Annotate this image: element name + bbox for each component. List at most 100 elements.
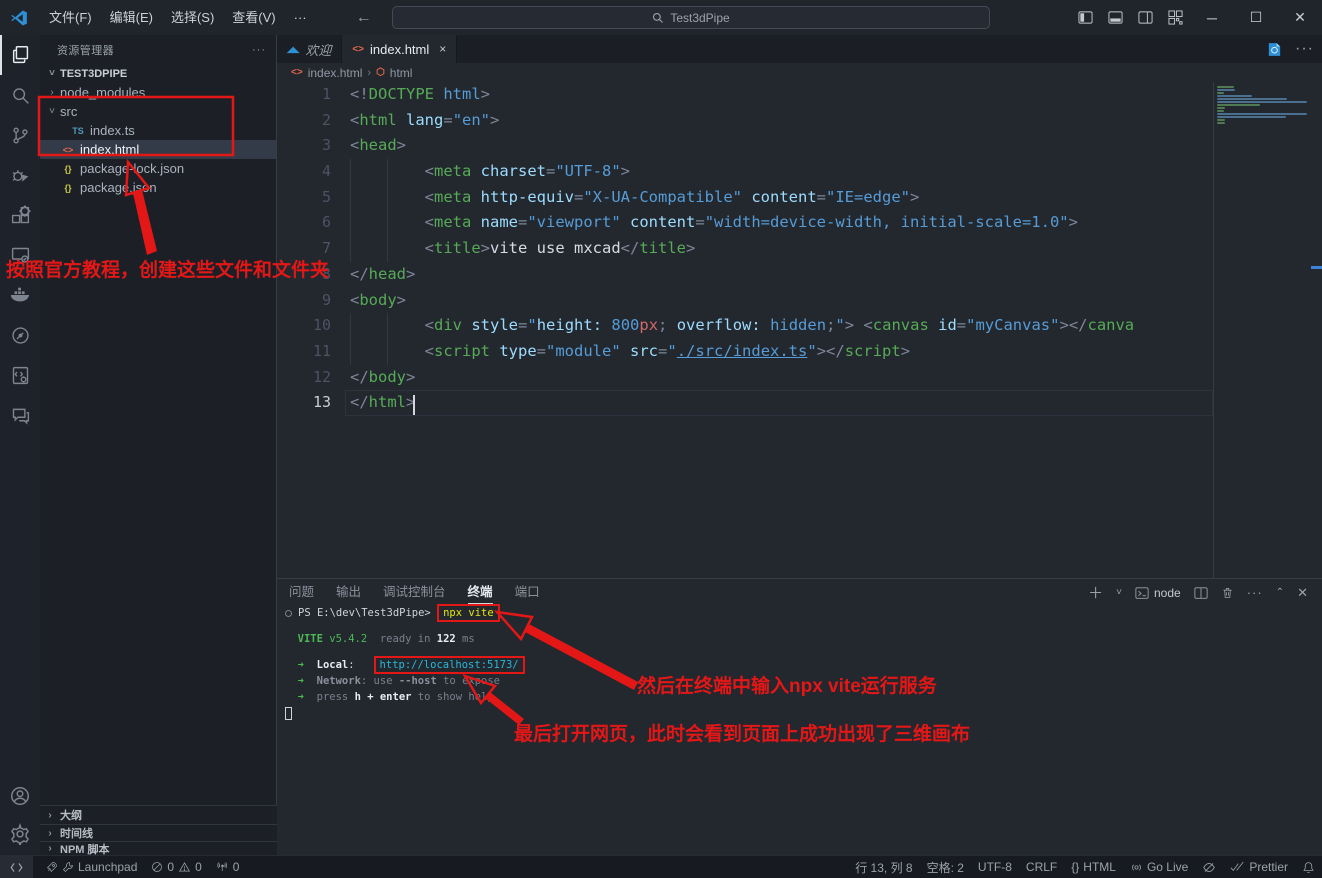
panel-tab-端口[interactable]: 端口	[515, 580, 540, 604]
code-line-12[interactable]: 12 </body>	[277, 365, 1322, 391]
toggle-sidebar-icon[interactable]	[1070, 0, 1100, 35]
menu-编辑(E)[interactable]: 编辑(E)	[101, 0, 162, 35]
history-circle-icon[interactable]	[0, 315, 40, 355]
breadcrumb-file[interactable]: index.html	[308, 66, 363, 80]
braces-icon: {}	[1071, 860, 1080, 874]
overview-ruler[interactable]	[1310, 82, 1322, 578]
run-debug-icon[interactable]	[0, 155, 40, 195]
sidebar-section-outline[interactable]: › 大纲	[40, 805, 277, 824]
cursor-position[interactable]: 行 13, 列 8	[848, 856, 919, 878]
terminal-instance[interactable]: node	[1135, 586, 1181, 600]
split-terminal-icon[interactable]	[1194, 586, 1208, 600]
code-line-8[interactable]: 8 </head>	[277, 262, 1322, 288]
go-live-button[interactable]: Go Live	[1123, 856, 1195, 878]
notifications-bell[interactable]	[1295, 856, 1322, 878]
terminal-line: ➜ Network: use --host to expose	[297, 675, 500, 687]
code-line-9[interactable]: 9 <body>	[277, 288, 1322, 314]
search-icon[interactable]	[0, 75, 40, 115]
new-terminal-icon[interactable]: ＋	[1088, 582, 1103, 603]
extensions-icon[interactable]	[0, 195, 40, 235]
customize-layout-icon[interactable]	[1160, 0, 1190, 35]
remote-explorer-icon[interactable]	[0, 235, 40, 275]
code-line-4[interactable]: 4 <meta charset="UTF-8">	[277, 159, 1322, 185]
source-control-icon[interactable]	[0, 115, 40, 155]
maximize-panel-icon[interactable]: ⌃	[1276, 587, 1284, 598]
code-line-13[interactable]: 13 </html>	[277, 390, 1322, 416]
language-mode[interactable]: {} HTML	[1064, 856, 1123, 878]
tree-item-index.html[interactable]: <> index.html	[40, 140, 276, 159]
line-number: 3	[321, 136, 331, 155]
prettier-status[interactable]: Prettier	[1223, 856, 1295, 878]
code-line-5[interactable]: 5 <meta http-equiv="X-UA-Compatible" con…	[277, 184, 1322, 211]
feedback-indicator[interactable]: 0	[209, 856, 247, 878]
sidebar-section-npm-scripts[interactable]: › NPM 脚本	[40, 841, 277, 856]
encoding[interactable]: UTF-8	[971, 856, 1019, 878]
code-line-1[interactable]: 1 <!DOCTYPE html>	[277, 82, 1322, 108]
problems-indicator[interactable]: 0 0	[144, 856, 208, 878]
indentation[interactable]: 空格: 2	[920, 856, 971, 878]
toggle-panel-icon[interactable]	[1100, 0, 1130, 35]
open-preview-icon[interactable]	[1266, 41, 1283, 58]
menu-文件(F)[interactable]: 文件(F)	[40, 0, 101, 35]
account-icon[interactable]	[0, 777, 40, 815]
panel-tab-问题[interactable]: 问题	[289, 580, 314, 604]
code-line-10[interactable]: 10 <div style="height: 800px; overflow: …	[277, 313, 1322, 339]
tab-index.html[interactable]: <> index.html ×	[342, 35, 458, 63]
docker-icon[interactable]	[0, 275, 40, 315]
line-number: 2	[321, 110, 331, 129]
tree-item-node_modules[interactable]: › node_modules	[40, 83, 276, 102]
panel-tab-输出[interactable]: 输出	[336, 580, 361, 604]
code-line-11[interactable]: 11 <script type="module" src="./src/inde…	[277, 338, 1322, 365]
file-type-icon: <>	[62, 144, 74, 155]
explorer-icon[interactable]	[0, 35, 40, 75]
kill-terminal-icon[interactable]	[1221, 586, 1234, 600]
menu-查看(V)[interactable]: 查看(V)	[223, 0, 284, 35]
explorer-title: 资源管理器	[57, 44, 114, 57]
highlight-toggle[interactable]	[1195, 856, 1223, 878]
nav-back-icon[interactable]: ←	[356, 9, 372, 27]
maximize-button[interactable]: ☐	[1234, 0, 1278, 35]
line-number: 13	[312, 393, 331, 412]
code-editor[interactable]: 1 <!DOCTYPE html> 2 <html lang="en"> 3 <head>…	[277, 82, 1322, 578]
terminal-dropdown-icon[interactable]: ˅	[1116, 587, 1122, 598]
close-tab-icon[interactable]: ×	[439, 42, 446, 56]
tree-item-package.json[interactable]: {} package.json	[40, 178, 276, 197]
menu-选择(S)[interactable]: 选择(S)	[162, 0, 223, 35]
tree-item-index.ts[interactable]: TS index.ts	[40, 121, 276, 140]
minimize-button[interactable]: ─	[1190, 0, 1234, 35]
minimap[interactable]	[1213, 82, 1310, 578]
comments-icon[interactable]	[0, 395, 40, 435]
feedback-count: 0	[232, 860, 240, 874]
launchpad-item[interactable]: Launchpad	[39, 856, 144, 878]
minimap-line	[1217, 86, 1235, 88]
tree-item-TEST3DPIPE[interactable]: ˅ TEST3DPIPE	[40, 64, 276, 83]
breadcrumb-node[interactable]: html	[390, 66, 413, 80]
panel-more-icon[interactable]: ···	[1247, 585, 1263, 600]
toggle-secondary-sidebar-icon[interactable]	[1130, 0, 1160, 35]
tree-item-label: TEST3DPIPE	[60, 67, 128, 80]
close-button[interactable]: ✕	[1278, 0, 1322, 35]
editor-more-actions-icon[interactable]: ···	[1295, 40, 1314, 58]
menu-···[interactable]: ···	[285, 0, 316, 35]
tab-欢迎[interactable]: ◢◣ 欢迎	[277, 35, 343, 63]
panel-tab-终端[interactable]: 终端	[467, 580, 493, 604]
code-line-6[interactable]: 6 <meta name="viewport" content="width=d…	[277, 210, 1322, 237]
tree-item-package-lock.json[interactable]: {} package-lock.json	[40, 159, 276, 178]
eol-sequence[interactable]: CRLF	[1019, 856, 1064, 878]
remote-indicator[interactable]	[0, 855, 33, 878]
explorer-more-icon[interactable]: ···	[252, 44, 266, 56]
code-line-2[interactable]: 2 <html lang="en">	[277, 108, 1322, 134]
code-line-3[interactable]: 3 <head>	[277, 133, 1322, 159]
command-center-search[interactable]: Test3dPipe	[392, 6, 990, 29]
panel-tab-调试控制台[interactable]: 调试控制台	[383, 580, 446, 604]
breadcrumb[interactable]: <> index.html › ⬡ html	[277, 63, 1322, 82]
tree-item-label: src	[60, 104, 78, 119]
terminal-output[interactable]: PS E:\dev\Test3dPipe> npx vite VITE v5.4…	[277, 604, 1322, 855]
file-settings-icon[interactable]	[0, 355, 40, 395]
minimap-line	[1217, 101, 1307, 103]
settings-gear-icon[interactable]	[0, 815, 40, 853]
code-line-7[interactable]: 7 <title>vite use mxcad</title>	[277, 236, 1322, 262]
tree-item-src[interactable]: ˅ src	[40, 102, 276, 121]
sidebar-section-timeline[interactable]: › 时间线	[40, 824, 277, 841]
close-panel-icon[interactable]: ✕	[1297, 585, 1308, 601]
